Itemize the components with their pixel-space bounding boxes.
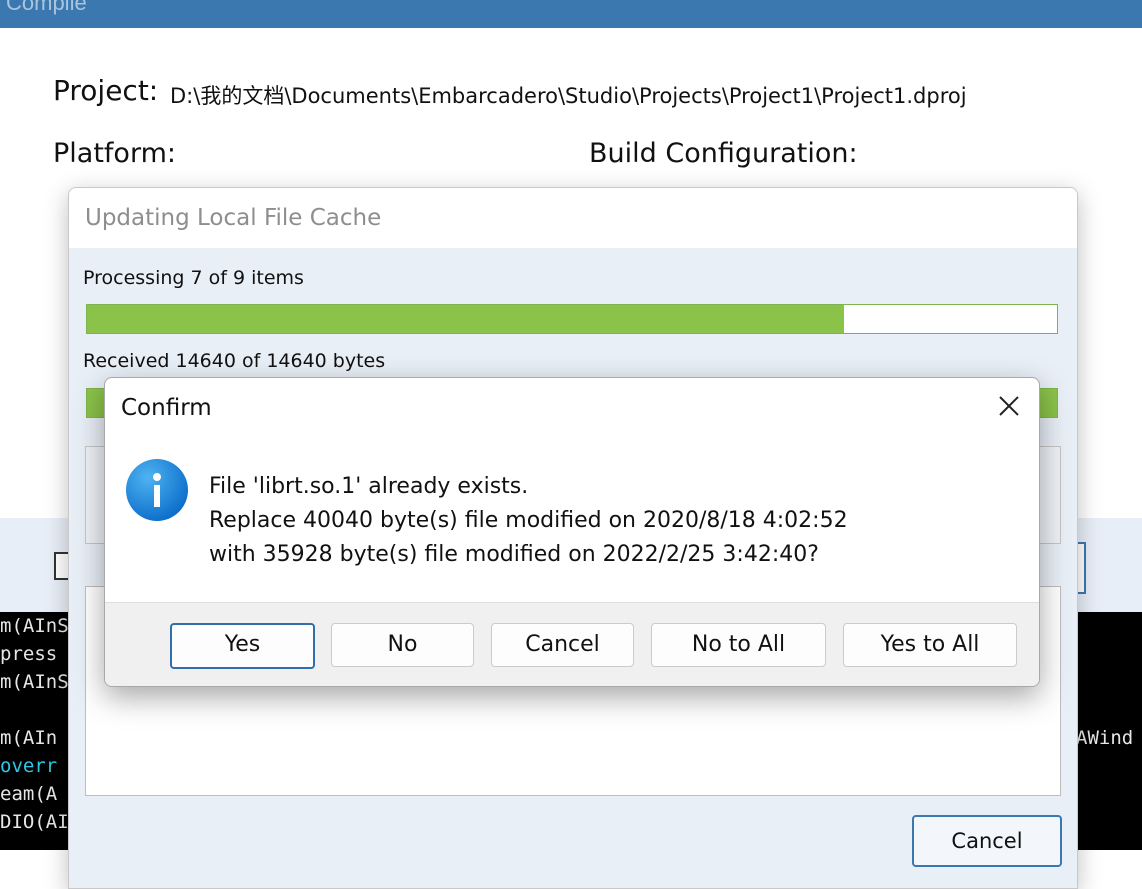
items-progress-bar (86, 304, 1058, 334)
terminal-line: m(AIn (0, 727, 58, 749)
confirm-message-line: File 'librt.so.1' already exists. (209, 474, 529, 499)
received-status: Received 14640 of 14640 bytes (83, 350, 386, 372)
no-button[interactable]: No (331, 623, 474, 667)
processing-status: Processing 7 of 9 items (83, 267, 304, 289)
platform-label: Platform: (53, 138, 176, 169)
terminal-line: eam(A (0, 783, 58, 805)
confirm-message: File 'librt.so.1' already exists. Replac… (209, 470, 848, 572)
confirm-message-line: with 35928 byte(s) file modified on 2022… (209, 542, 819, 567)
project-label: Project: (53, 74, 159, 107)
terminal-output-right: AWind (1076, 612, 1142, 850)
confirm-dialog-footer: Yes No Cancel No to All Yes to All (105, 602, 1039, 686)
terminal-line: overr (0, 755, 58, 777)
build-configuration-label: Build Configuration: (589, 138, 858, 169)
yes-button[interactable]: Yes (170, 623, 315, 669)
confirm-dialog: Confirm File 'librt.so.1' already exists… (104, 377, 1040, 687)
confirm-message-line: Replace 40040 byte(s) file modified on 2… (209, 508, 848, 533)
compile-titlebar: Compile (0, 0, 1142, 28)
no-to-all-button[interactable]: No to All (651, 623, 826, 667)
info-icon (125, 458, 189, 522)
yes-to-all-button[interactable]: Yes to All (843, 623, 1017, 667)
cancel-button[interactable]: Cancel (491, 623, 634, 667)
close-icon[interactable] (991, 388, 1027, 424)
update-cancel-button[interactable]: Cancel (912, 815, 1062, 867)
terminal-line: AWind (1076, 727, 1134, 749)
terminal-line: press (0, 643, 58, 665)
terminal-line: DIO(AI (0, 811, 69, 833)
update-dialog-title: Updating Local File Cache (85, 205, 382, 231)
update-dialog-titlebar: Updating Local File Cache (69, 188, 1077, 248)
items-progress-fill (87, 305, 844, 333)
terminal-line: m(AInS (0, 615, 69, 637)
terminal-output-left: m(AInS press m(AInS m(AIn overr eam(A DI… (0, 612, 70, 850)
compile-window-title: Compile (6, 0, 87, 15)
confirm-dialog-title: Confirm (121, 395, 212, 421)
terminal-line: m(AInS (0, 671, 69, 693)
project-path: D:\我的文档\Documents\Embarcadero\Studio\Pro… (170, 84, 967, 108)
